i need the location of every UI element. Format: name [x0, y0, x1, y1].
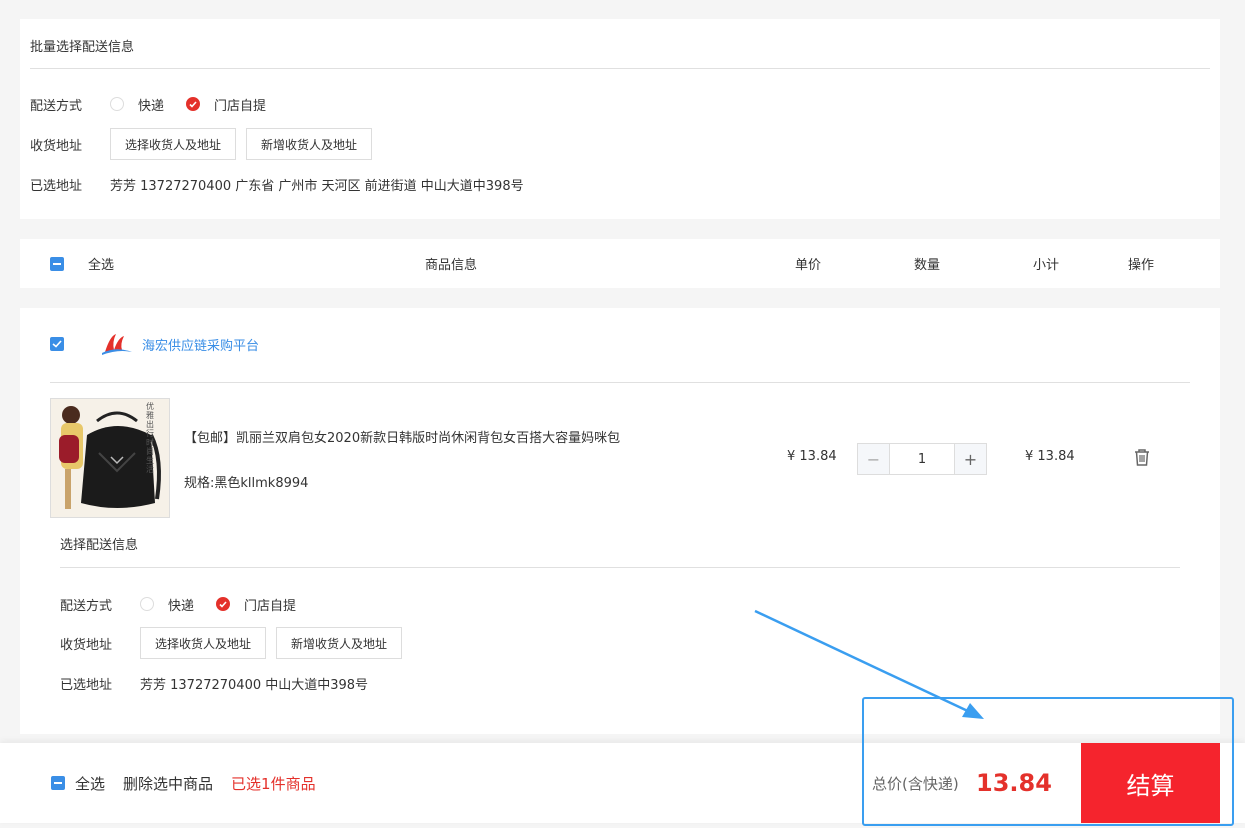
select-address-button[interactable]: 选择收货人及地址: [110, 128, 237, 160]
check-icon: [189, 100, 197, 108]
quantity-stepper[interactable]: − 1 +: [857, 443, 987, 475]
check-icon: [52, 340, 62, 348]
item-delivery-title: 选择配送信息: [60, 538, 139, 553]
radio-pickup[interactable]: [186, 97, 201, 111]
batch-delivery-panel: 批量选择配送信息 配送方式 快递 门店自提 收货地址 选择收货人及地址 新增收货…: [20, 19, 1220, 219]
new-address-button[interactable]: 新增收货人及地址: [276, 627, 403, 659]
batch-selected-row: 已选地址 芳芳 13727270400 广东省 广州市 天河区 前进街道 中山大…: [30, 168, 524, 200]
new-address-button[interactable]: 新增收货人及地址: [246, 128, 373, 160]
product-unit-price: ¥ 13.84: [787, 449, 837, 464]
selected-address-value: 芳芳 13727270400 中山大道中398号: [140, 677, 369, 693]
selected-count: 已选1件商品: [231, 774, 316, 793]
header-product-info: 商品信息: [425, 258, 478, 273]
checkout-button[interactable]: 结算: [1081, 743, 1220, 823]
radio-express[interactable]: [110, 97, 124, 111]
item-address-row: 收货地址 选择收货人及地址 新增收货人及地址: [60, 627, 412, 659]
header-action: 操作: [1128, 258, 1155, 273]
item-selected-row: 已选地址 芳芳 13727270400 中山大道中398号: [60, 667, 368, 699]
select-address-button[interactable]: 选择收货人及地址: [140, 627, 267, 659]
delivery-method-label: 配送方式: [30, 98, 83, 114]
item-delivery-row: 配送方式 快递 门店自提: [60, 588, 318, 620]
divider: [60, 567, 1180, 568]
product-thumbnail-caption: 优雅出行 时尚生活: [146, 402, 154, 474]
total-value: 13.84: [976, 769, 1052, 797]
selected-address-label: 已选地址: [30, 178, 83, 194]
product-spec: 规格:黑色kllmk8994: [184, 476, 309, 491]
header-quantity: 数量: [914, 258, 941, 273]
radio-express-label[interactable]: 快递: [168, 595, 194, 614]
select-all-checkbox[interactable]: [50, 256, 64, 271]
checkout-footer: 全选 删除选中商品 已选1件商品 总价(含快递) 13.84 结算: [0, 743, 1245, 823]
shop-logo-icon: [102, 332, 132, 356]
selected-address-value: 芳芳 13727270400 广东省 广州市 天河区 前进街道 中山大道中398…: [110, 178, 524, 194]
footer-select-all-label[interactable]: 全选: [75, 773, 105, 794]
total-label: 总价(含快递): [872, 774, 959, 793]
shop-panel: 海宏供应链采购平台 优雅出行 时尚生活 【包邮】凯丽兰双肩包女2020新款日韩版…: [20, 308, 1220, 734]
radio-pickup[interactable]: [216, 597, 231, 611]
divider: [50, 382, 1190, 383]
batch-title: 批量选择配送信息: [30, 40, 135, 55]
delete-icon[interactable]: [1133, 447, 1151, 467]
check-icon: [219, 600, 227, 608]
footer-select-all-checkbox[interactable]: [51, 776, 65, 790]
select-all-label[interactable]: 全选: [88, 254, 114, 273]
batch-address-row: 收货地址 选择收货人及地址 新增收货人及地址: [30, 128, 382, 160]
product-name-link[interactable]: 【包邮】凯丽兰双肩包女2020新款日韩版时尚休闲背包女百搭大容量妈咪包: [184, 427, 620, 446]
radio-pickup-label[interactable]: 门店自提: [244, 595, 296, 614]
batch-delivery-row: 配送方式 快递 门店自提: [30, 88, 288, 120]
selected-address-label: 已选地址: [60, 677, 113, 693]
radio-express-label[interactable]: 快递: [138, 95, 164, 114]
product-subtotal: ¥ 13.84: [1025, 449, 1075, 464]
delete-selected-button[interactable]: 删除选中商品: [123, 773, 213, 794]
qty-minus-button[interactable]: −: [858, 444, 890, 474]
address-label: 收货地址: [30, 138, 83, 154]
header-subtotal: 小计: [1033, 258, 1060, 273]
radio-pickup-label[interactable]: 门店自提: [214, 95, 266, 114]
cart-table-header: 全选 商品信息 单价 数量 小计 操作: [20, 239, 1220, 288]
qty-plus-button[interactable]: +: [954, 444, 986, 474]
shop-name-link[interactable]: 海宏供应链采购平台: [142, 335, 259, 354]
address-label: 收货地址: [60, 637, 113, 653]
header-select-all[interactable]: 全选: [50, 239, 114, 288]
shop-checkbox[interactable]: [50, 337, 64, 351]
radio-express[interactable]: [140, 597, 154, 611]
footer-left: 全选 删除选中商品 已选1件商品: [51, 743, 316, 823]
shop-header: 海宏供应链采购平台: [50, 332, 259, 356]
divider: [30, 68, 1210, 69]
qty-input[interactable]: 1: [890, 444, 954, 474]
delivery-method-label: 配送方式: [60, 598, 113, 614]
header-unit-price: 单价: [795, 258, 822, 273]
